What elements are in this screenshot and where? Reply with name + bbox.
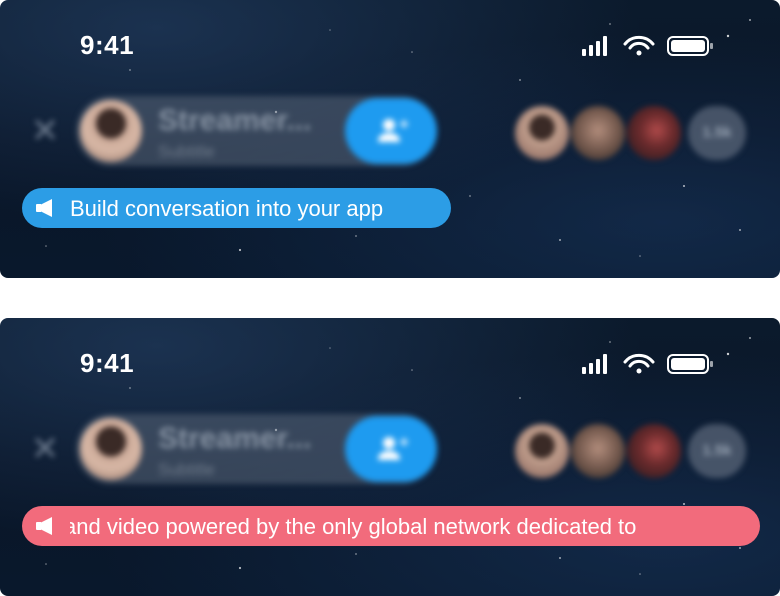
stream-panel-1: 9:41 ✕ Streamer... Subtitle 1.5k Build c… xyxy=(0,0,780,278)
announcement-banner[interactable]: Build conversation into your app xyxy=(22,188,451,228)
viewer-avatar[interactable] xyxy=(627,106,681,160)
megaphone-icon xyxy=(36,199,52,217)
announcement-banner[interactable]: and video powered by the only global net… xyxy=(22,506,760,546)
room-header: ✕ Streamer... Subtitle 1.5k xyxy=(0,318,780,596)
host-avatar[interactable] xyxy=(80,418,142,480)
add-user-icon xyxy=(378,119,408,142)
announcement-text: and video powered by the only global net… xyxy=(70,514,637,539)
host-avatar[interactable] xyxy=(80,100,142,162)
viewer-count[interactable]: 1.5k xyxy=(688,106,746,160)
close-icon[interactable]: ✕ xyxy=(28,432,62,466)
viewer-avatar[interactable] xyxy=(515,106,569,160)
viewer-avatar[interactable] xyxy=(515,424,569,478)
room-header: ✕ Streamer... Subtitle 1.5k xyxy=(0,0,780,278)
announcement-text: Build conversation into your app xyxy=(70,196,384,221)
viewer-avatar[interactable] xyxy=(571,424,625,478)
follow-button[interactable] xyxy=(345,98,437,164)
add-user-icon xyxy=(378,437,408,460)
viewer-avatar[interactable] xyxy=(627,424,681,478)
host-name: Streamer... xyxy=(158,104,312,137)
viewer-avatar[interactable] xyxy=(571,106,625,160)
host-subtitle: Subtitle xyxy=(158,142,215,161)
host-subtitle: Subtitle xyxy=(158,460,215,479)
follow-button[interactable] xyxy=(345,416,437,482)
host-name: Streamer... xyxy=(158,422,312,455)
megaphone-icon xyxy=(36,517,52,535)
close-icon[interactable]: ✕ xyxy=(28,114,62,148)
viewer-count[interactable]: 1.5k xyxy=(688,424,746,478)
stream-panel-2: 9:41 ✕ Streamer... Subtitle 1.5k xyxy=(0,318,780,596)
